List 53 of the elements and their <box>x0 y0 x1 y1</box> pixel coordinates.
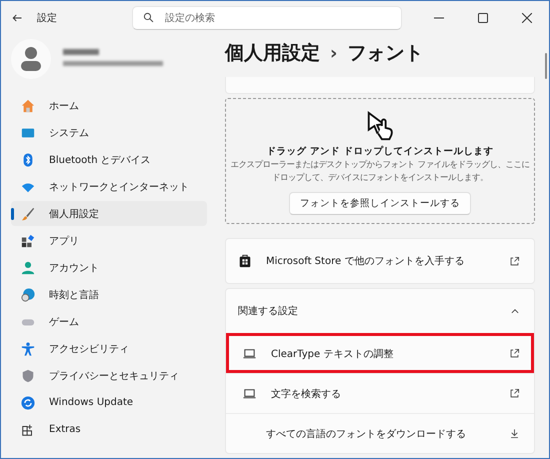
sidebar-item[interactable]: アカウント <box>11 255 207 280</box>
related-setting-row[interactable]: ClearType テキストの調整 <box>226 333 534 373</box>
page-title: 個人用設定 <box>225 41 320 66</box>
drag-hand-cursor-icon <box>365 111 395 141</box>
sidebar-item[interactable]: Bluetooth とデバイス <box>11 147 207 172</box>
avatar <box>11 39 51 79</box>
browse-fonts-button[interactable]: フォントを参照しインストールする <box>289 192 471 215</box>
sidebar-item[interactable]: プライバシーとセキュリティ <box>11 363 207 388</box>
search-field[interactable]: 設定の検索 <box>132 6 402 30</box>
external-link-icon <box>509 388 520 399</box>
breadcrumb-separator: › <box>330 42 338 64</box>
sidebar-item[interactable]: アプリ <box>11 228 207 253</box>
home-icon <box>21 98 35 112</box>
globe-clock-icon <box>21 288 35 302</box>
related-setting-row[interactable]: 文字を検索する <box>226 373 534 413</box>
drop-zone[interactable]: ドラッグ アンド ドロップしてインストールします エクスプローラーまたはデスクトップからフォント ファイルをドラッグし、ここにドロップして、デバイスにフォントをインストールします。 フォントを参照しインストールする <box>225 98 535 224</box>
related-settings-header[interactable]: 関連する設定 <box>226 289 534 333</box>
person-icon <box>21 260 35 274</box>
sidebar-item[interactable]: システム <box>11 120 207 145</box>
refresh-icon <box>21 396 35 410</box>
external-link-icon <box>509 256 520 266</box>
sidebar-item[interactable]: Extras <box>11 417 207 442</box>
store-icon <box>238 254 252 268</box>
apps-icon <box>21 234 35 248</box>
sidebar-item[interactable]: 個人用設定 <box>11 201 207 226</box>
laptop-icon <box>242 346 257 361</box>
shield-icon <box>21 368 35 382</box>
store-link-card[interactable]: Microsoft Store で他のフォントを入手する <box>225 238 535 284</box>
accessibility-icon <box>21 342 35 356</box>
sidebar-item[interactable]: 時刻と言語 <box>11 282 207 307</box>
sidebar-item[interactable]: ネットワークとインターネット <box>11 174 207 199</box>
sidebar-item[interactable]: Windows Update <box>11 390 207 415</box>
download-icon <box>509 428 520 439</box>
minimize-icon[interactable] <box>434 17 444 19</box>
page-title: フォント <box>347 41 424 66</box>
drop-zone-description: エクスプローラーまたはデスクトップからフォント ファイルをドラッグし、ここにドロップして、デバイスにフォントをインストールします。 <box>230 158 530 184</box>
maximize-icon[interactable] <box>478 13 488 23</box>
sidebar-item[interactable]: アクセシビリティ <box>11 336 207 361</box>
window-title: 設定 <box>37 12 58 25</box>
grid-plus-icon <box>21 422 35 436</box>
store-link-label: Microsoft Store で他のフォントを入手する <box>266 254 466 268</box>
external-link-icon <box>509 348 520 359</box>
brush-icon <box>21 206 35 220</box>
laptop-icon <box>242 386 257 401</box>
back-arrow-icon <box>11 12 23 24</box>
sidebar-item[interactable]: ゲーム <box>11 309 207 334</box>
sidebar-item[interactable]: ホーム <box>11 93 207 118</box>
related-setting-row[interactable]: すべての言語のフォントをダウンロードする <box>226 413 534 453</box>
bluetooth-icon <box>21 152 35 166</box>
drop-zone-title: ドラッグ アンド ドロップしてインストールします <box>266 145 494 158</box>
search-icon <box>143 12 154 23</box>
monitor-icon <box>21 126 35 140</box>
close-icon[interactable] <box>522 13 532 23</box>
